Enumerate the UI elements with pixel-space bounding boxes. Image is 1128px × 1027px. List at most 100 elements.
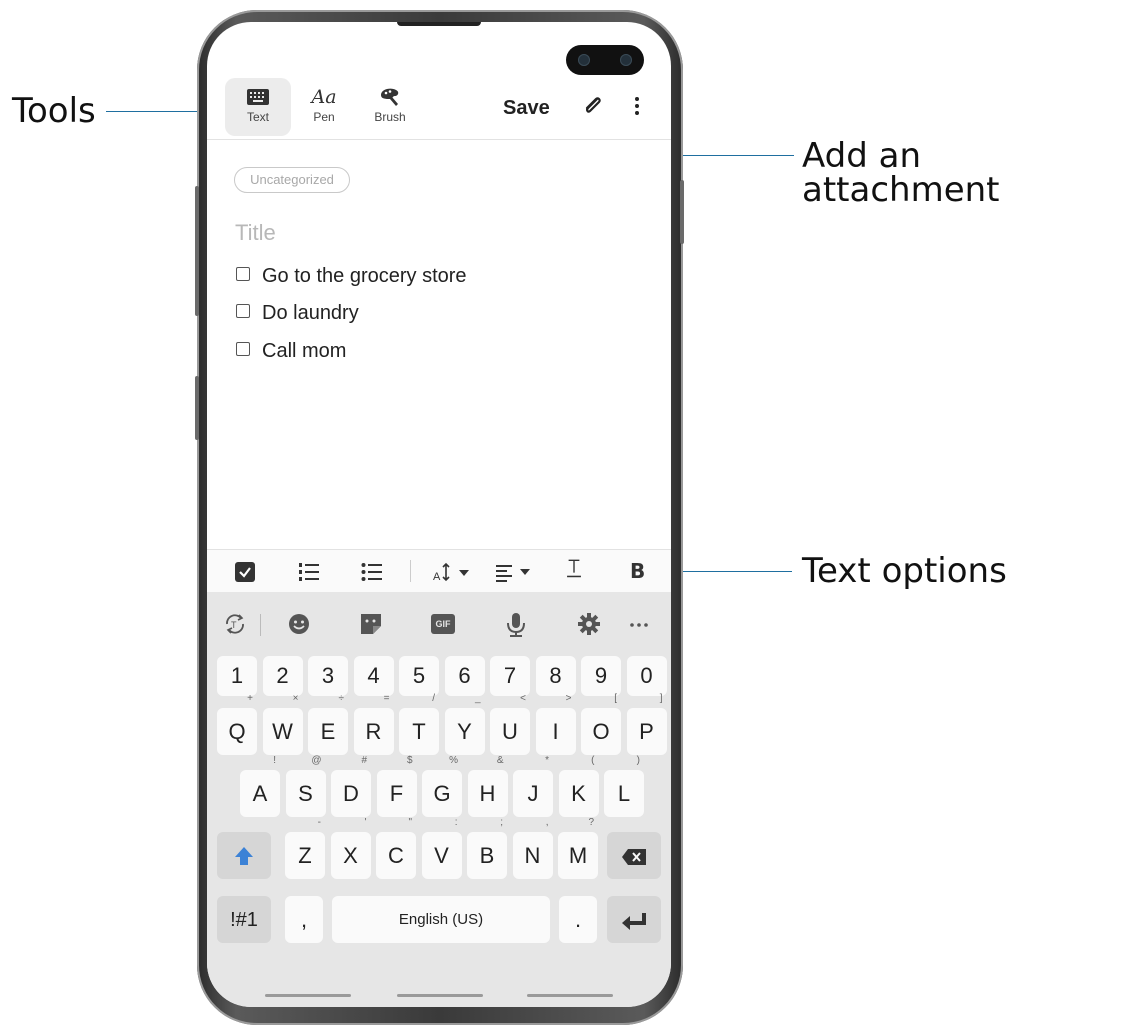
- key-hint: *: [545, 755, 549, 766]
- tool-brush[interactable]: Brush: [357, 78, 423, 136]
- more-horiz-icon[interactable]: [629, 622, 649, 628]
- brush-icon: [381, 88, 399, 106]
- shift-arrow-icon: [235, 847, 253, 865]
- gif-icon[interactable]: GIF: [431, 614, 455, 634]
- enter-key[interactable]: [607, 896, 661, 943]
- key-2[interactable]: 2: [262, 656, 303, 696]
- key-hint: [: [614, 693, 617, 704]
- paperclip-icon[interactable]: [581, 94, 605, 118]
- translate-icon[interactable]: T: [223, 612, 247, 636]
- key-3[interactable]: 3: [308, 656, 348, 696]
- key-hint: ?: [588, 817, 594, 828]
- key-x[interactable]: X ': [330, 818, 371, 879]
- tool-pen[interactable]: Aa Pen: [291, 78, 357, 136]
- shift-key[interactable]: [217, 832, 271, 879]
- checklist-item[interactable]: Do laundry: [236, 302, 359, 325]
- key-hint: -: [317, 817, 321, 828]
- key-h[interactable]: H &: [467, 756, 508, 817]
- key-y[interactable]: Y _: [444, 694, 485, 755]
- text-color-icon[interactable]: [564, 558, 584, 578]
- font-size-icon[interactable]: A: [433, 562, 475, 582]
- front-camera: [566, 45, 644, 75]
- keyboard-icon: [247, 89, 269, 105]
- note-title-placeholder[interactable]: Title: [235, 220, 276, 246]
- key-z[interactable]: Z-: [285, 818, 325, 879]
- microphone-icon[interactable]: [505, 612, 527, 638]
- key-m[interactable]: M?: [558, 818, 598, 879]
- key-d[interactable]: D #: [331, 756, 371, 817]
- key-hint: !: [273, 755, 276, 766]
- key-i[interactable]: I >: [535, 694, 576, 755]
- backspace-icon: [622, 849, 646, 865]
- svg-text:A: A: [433, 571, 441, 582]
- settings-icon[interactable]: [577, 612, 601, 636]
- key-j[interactable]: J *: [513, 756, 553, 817]
- sticker-icon[interactable]: [359, 612, 383, 636]
- space-bar[interactable]: English (US): [332, 896, 550, 943]
- key-b[interactable]: B;: [467, 818, 507, 879]
- options-separator: [410, 560, 411, 582]
- callout-text-options: Text options: [802, 551, 1007, 591]
- checklist-item[interactable]: Call mom: [236, 340, 346, 363]
- period-key[interactable]: .: [559, 896, 597, 943]
- nav-bar-left: [265, 994, 351, 997]
- key-q[interactable]: Q +: [217, 694, 257, 755]
- key-t[interactable]: T /: [399, 694, 439, 755]
- checkbox[interactable]: [236, 267, 250, 281]
- bixby-button: [195, 186, 199, 316]
- key-s[interactable]: S @: [285, 756, 326, 817]
- key-7[interactable]: 7: [490, 656, 530, 696]
- checklist-item[interactable]: Go to the grocery store: [236, 265, 467, 288]
- volume-button: [195, 376, 199, 440]
- key-o[interactable]: O[: [581, 694, 621, 755]
- bold-icon[interactable]: B: [630, 559, 645, 583]
- category-chip[interactable]: Uncategorized: [234, 167, 350, 193]
- backspace-key[interactable]: [607, 832, 661, 879]
- key-v[interactable]: V:: [421, 818, 462, 879]
- phone-screen: Text Aa Pen Brush Save Uncategorized Tit…: [207, 22, 671, 1007]
- key-f[interactable]: F $: [376, 756, 417, 817]
- checkbox[interactable]: [236, 304, 250, 318]
- key-8[interactable]: 8: [535, 656, 576, 696]
- tool-text-label: Text: [246, 110, 269, 124]
- svg-text:T: T: [231, 620, 237, 630]
- key-6[interactable]: 6: [444, 656, 485, 696]
- kb-separator: [260, 614, 261, 636]
- key-n[interactable]: N,: [512, 818, 553, 879]
- save-button[interactable]: Save: [503, 97, 550, 120]
- key-4[interactable]: 4: [353, 656, 394, 696]
- key-9[interactable]: 9: [581, 656, 621, 696]
- key-hint: >: [565, 693, 572, 704]
- key-hint: ]: [659, 693, 663, 704]
- key-hint: &: [496, 755, 504, 766]
- symbols-key[interactable]: !#1: [217, 896, 271, 943]
- key-5[interactable]: 5: [399, 656, 439, 696]
- key-u[interactable]: U <: [490, 694, 530, 755]
- checkbox[interactable]: [236, 342, 250, 356]
- key-hint: <: [520, 693, 526, 704]
- key-e[interactable]: E ÷: [308, 694, 348, 755]
- key-g[interactable]: G%: [422, 756, 462, 817]
- align-icon[interactable]: [496, 562, 536, 582]
- numbered-list-icon[interactable]: [298, 562, 320, 582]
- key-l[interactable]: L): [604, 756, 644, 817]
- key-r[interactable]: R =: [353, 694, 394, 755]
- key-1[interactable]: 1: [217, 656, 257, 696]
- key-hint: _: [474, 693, 481, 704]
- key-a[interactable]: A!: [240, 756, 280, 817]
- key-hint: :: [454, 817, 458, 828]
- bulleted-list-icon[interactable]: [361, 562, 383, 582]
- key-k[interactable]: K(: [558, 756, 599, 817]
- emoji-icon[interactable]: [287, 612, 311, 636]
- key-w[interactable]: W ×: [262, 694, 303, 755]
- tool-text[interactable]: Text: [225, 78, 291, 136]
- key-hint: $: [406, 755, 413, 766]
- key-hint: ;: [500, 817, 503, 828]
- more-vert-icon[interactable]: [633, 96, 641, 116]
- key-p[interactable]: P]: [626, 694, 667, 755]
- checkbox-icon[interactable]: [235, 562, 255, 582]
- key-c[interactable]: C ": [376, 818, 416, 879]
- tool-brush-label: Brush: [374, 110, 406, 124]
- key-0[interactable]: 0: [626, 656, 667, 696]
- comma-key[interactable]: ,: [285, 896, 323, 943]
